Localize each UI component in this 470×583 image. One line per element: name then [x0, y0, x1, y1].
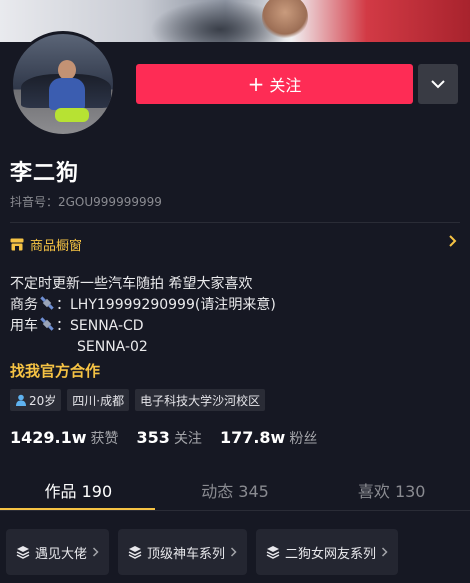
- chevron-right-icon: [449, 235, 457, 247]
- chevron-right-icon: [382, 547, 388, 557]
- profile-name: 李二狗: [10, 161, 80, 186]
- satellite-icon: [40, 296, 54, 310]
- bio-car-line-2: SENNA-02: [77, 339, 148, 355]
- collection-item[interactable]: 顶级神车系列: [118, 529, 248, 575]
- collection-label: 遇见大佬: [35, 546, 88, 562]
- plus-icon: +: [247, 72, 265, 96]
- tab-activity[interactable]: 动态 345: [157, 470, 314, 510]
- shop-icon: [10, 238, 24, 250]
- person-icon: [16, 394, 26, 406]
- collection-label: 二狗女网友系列: [285, 546, 377, 562]
- profile-stats: 1429.1w 获赞 353 关注 177.8w 粉丝: [10, 428, 335, 448]
- bio-line: 不定时更新一些汽车随拍 希望大家喜欢: [10, 276, 253, 292]
- tab-works[interactable]: 作品 190: [0, 470, 157, 510]
- layers-icon: [16, 546, 30, 559]
- bio-car-line: 用车 ：SENNA-CD: [10, 316, 276, 337]
- bio-business-prefix: 商务: [10, 297, 38, 313]
- bio-car-text: ：SENNA-CD: [56, 318, 144, 334]
- following-count[interactable]: 353: [137, 428, 170, 447]
- douyin-id: 抖音号：2GOU999999999: [10, 195, 162, 209]
- chevron-right-icon: [92, 547, 99, 557]
- cover-person: [262, 0, 308, 40]
- avatar-body: [49, 78, 85, 110]
- satellite-icon: [40, 317, 54, 331]
- more-options-button[interactable]: [418, 64, 458, 104]
- bio-business-text: ：LHY19999290999(请注明来意): [56, 297, 276, 313]
- followers-label[interactable]: 粉丝: [289, 428, 317, 448]
- divider: [0, 510, 470, 511]
- collection-item[interactable]: 遇见大佬: [6, 529, 110, 575]
- content-tabs: 作品 190 动态 345 喜欢 130: [0, 470, 470, 510]
- location-tag: 四川·成都: [67, 389, 130, 411]
- collection-item[interactable]: 二狗女网友系列: [256, 529, 399, 575]
- age-text: 20岁: [29, 393, 57, 408]
- follow-button[interactable]: + 关注: [136, 64, 413, 104]
- bio: 不定时更新一些汽车随拍 希望大家喜欢 商务 ：LHY19999290999(请注…: [10, 274, 276, 358]
- chevron-down-icon: [431, 79, 445, 88]
- layers-icon: [128, 546, 142, 559]
- collection-label: 顶级神车系列: [147, 546, 226, 562]
- profile-tags: 20岁 四川·成都 电子科技大学沙河校区: [10, 389, 266, 411]
- bio-car-prefix: 用车: [10, 318, 38, 334]
- official-cooperation-link[interactable]: 找我官方合作: [10, 360, 100, 381]
- avatar-head: [58, 60, 76, 80]
- shop-window-label: 商品橱窗: [30, 238, 83, 254]
- tab-likes[interactable]: 喜欢 130: [313, 470, 470, 510]
- shop-window-row[interactable]: 商品橱窗: [10, 232, 460, 256]
- bio-business-line: 商务 ：LHY19999290999(请注明来意): [10, 295, 276, 316]
- likes-label: 获赞: [90, 431, 119, 447]
- age-tag: 20岁: [10, 389, 62, 411]
- avatar-legs: [55, 108, 89, 122]
- likes-count: 1429.1w: [10, 428, 87, 447]
- collections-row: 遇见大佬 顶级神车系列 二狗女网友系列: [6, 529, 399, 575]
- chevron-right-icon: [231, 547, 237, 557]
- school-tag: 电子科技大学沙河校区: [135, 389, 266, 411]
- following-label[interactable]: 关注: [174, 428, 202, 448]
- follow-label: 关注: [269, 76, 302, 95]
- layers-icon: [266, 546, 280, 559]
- avatar[interactable]: [10, 31, 116, 137]
- followers-count[interactable]: 177.8w: [220, 428, 285, 447]
- divider: [10, 222, 460, 223]
